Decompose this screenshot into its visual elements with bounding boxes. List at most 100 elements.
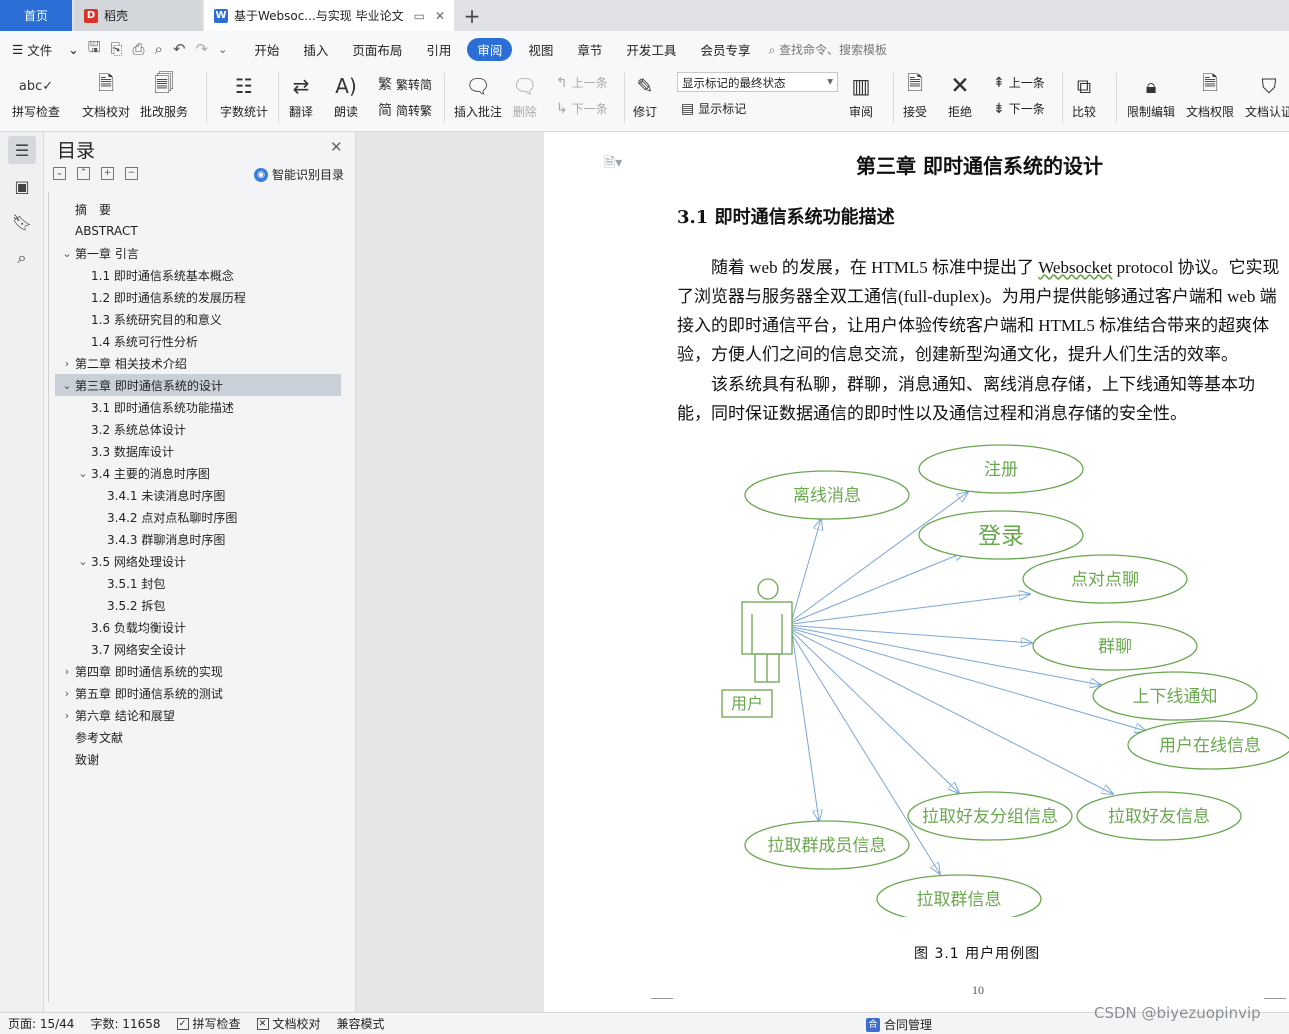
bookmark-icon[interactable]: 🔖︎ [8, 208, 36, 236]
print-preview-icon[interactable]: ⌕ [150, 40, 168, 58]
collapse-all-icon[interactable]: ⌄ [53, 167, 66, 180]
contract-manage-button[interactable]: 合合同管理 [866, 1016, 932, 1033]
toc-item[interactable]: 3.5.2 拆包 [55, 594, 341, 616]
search-icon[interactable]: ⌕ [8, 244, 36, 272]
print-icon[interactable]: ⎙ [128, 40, 150, 58]
toc-item[interactable]: ⌄ 3.4 主要的消息时序图 [55, 462, 341, 484]
tab-document[interactable]: W 基于Websoc...与实现 毕业论文 ▭ ✕ [204, 0, 454, 31]
menu-chapter[interactable]: 章节 [565, 40, 614, 59]
toc-item[interactable]: ABSTRACT [55, 220, 341, 242]
more-icon[interactable]: ⌄ [213, 43, 232, 56]
toc-item[interactable]: 3.7 网络安全设计 [55, 638, 341, 660]
toc-item[interactable]: 3.1 即时通信系统功能描述 [55, 396, 341, 418]
add-heading-icon[interactable]: + [101, 167, 114, 180]
smart-toc-button[interactable]: ◉ 智能识别目录 [254, 166, 344, 183]
chevron-down-icon[interactable]: ⌄ [59, 379, 75, 392]
simp-to-trad-button[interactable]: 繁繁转简 [378, 74, 432, 94]
document-page[interactable]: 🗎▾ 第三章 即时通信系统的设计 3.1 即时通信系统功能描述 随着 web 的… [544, 132, 1289, 1012]
menu-devtools[interactable]: 开发工具 [614, 40, 688, 59]
toc-item[interactable]: › 第四章 即时通信系统的实现 [55, 660, 341, 682]
toc-item[interactable]: 1.4 系统可行性分析 [55, 330, 341, 352]
expand-all-icon[interactable]: ⌃ [77, 167, 90, 180]
review-pane-button[interactable]: ▥ 审阅 [849, 71, 873, 120]
chevron-down-icon[interactable]: ⌄ [59, 247, 75, 260]
status-doc-proof[interactable]: ✕ 文档校对 [249, 1015, 329, 1032]
batch-service-button[interactable]: 🗐 批改服务 [140, 71, 188, 120]
show-markup-button[interactable]: ▤ 显示标记 [681, 100, 746, 117]
chevron-down-icon[interactable]: ⌄ [75, 467, 91, 480]
menu-member[interactable]: 会员专享 [688, 40, 762, 59]
toc-item[interactable]: ⌄ 3.5 网络处理设计 [55, 550, 341, 572]
menu-review[interactable]: 审阅 [467, 37, 513, 61]
chevron-right-icon[interactable]: › [59, 687, 75, 700]
toc-item[interactable]: 1.3 系统研究目的和意义 [55, 308, 341, 330]
toc-item[interactable]: › 第六章 结论和展望 [55, 704, 341, 726]
undo-icon[interactable]: ↶ [168, 40, 191, 58]
menu-reference[interactable]: 引用 [414, 40, 463, 59]
doc-permission-button[interactable]: 🗎 文档权限 [1186, 71, 1234, 120]
word-count[interactable]: 字数: 11658 [82, 1015, 168, 1032]
toc-item[interactable]: › 第五章 即时通信系统的测试 [55, 682, 341, 704]
close-icon[interactable]: ✕ [435, 9, 445, 23]
toc-item[interactable]: 3.5.1 封包 [55, 572, 341, 594]
hamburger-icon[interactable]: ☰ [0, 42, 25, 57]
chapter-icon[interactable]: ▣ [8, 172, 36, 200]
save-icon[interactable]: 🖫 [83, 37, 106, 62]
doc-proof-button[interactable]: 🗎 文档校对 [82, 71, 130, 120]
toc-item[interactable]: › 第二章 相关技术介绍 [55, 352, 341, 374]
chevron-down-icon[interactable]: ⌄ [64, 42, 82, 57]
toc-item[interactable]: 摘 要 [55, 198, 341, 220]
menu-layout[interactable]: 页面布局 [340, 40, 414, 59]
page-indicator[interactable]: 页面: 15/44 [0, 1015, 82, 1032]
file-menu[interactable]: 文件 [25, 40, 64, 59]
translate-button[interactable]: ⇄ 翻译 [289, 71, 313, 120]
new-tab-button[interactable]: + [458, 0, 486, 31]
toc-item[interactable]: 1.2 即时通信系统的发展历程 [55, 286, 341, 308]
remove-heading-icon[interactable]: − [125, 167, 138, 180]
spell-check-button[interactable]: abc✓ 拼写检查 [12, 71, 60, 120]
menu-insert[interactable]: 插入 [291, 40, 340, 59]
markup-state-select[interactable]: 显示标记的最终状态 [677, 72, 838, 92]
chevron-down-icon[interactable]: ⌄ [75, 555, 91, 568]
accept-button[interactable]: 🗎 接受 [903, 71, 927, 120]
status-spell-check[interactable]: ✓ 拼写检查 [169, 1015, 249, 1032]
compare-button[interactable]: ⧉ 比较 [1072, 71, 1096, 120]
toc-item[interactable]: 3.4.3 群聊消息时序图 [55, 528, 341, 550]
monitor-icon[interactable]: ▭ [414, 9, 425, 23]
doc-cert-button[interactable]: ⛉ 文档认证 [1245, 71, 1289, 120]
export-icon[interactable]: ⎘ [106, 40, 128, 58]
read-aloud-button[interactable]: A) 朗读 [334, 71, 358, 120]
revise-button[interactable]: ✎ 修订 [633, 71, 657, 120]
next-comment-button[interactable]: ↳ 下一条 [556, 100, 608, 117]
chevron-right-icon[interactable]: › [59, 709, 75, 722]
toc-item[interactable]: 1.1 即时通信系统基本概念 [55, 264, 341, 286]
toc-item[interactable]: 致谢 [55, 748, 341, 770]
toc-item[interactable]: 参考文献 [55, 726, 341, 748]
compat-mode[interactable]: 兼容模式 [329, 1015, 393, 1032]
prev-change-button[interactable]: ⇞ 上一条 [993, 74, 1045, 91]
toc-item[interactable]: ⌄ 第三章 即时通信系统的设计 [55, 374, 341, 396]
close-icon[interactable]: ✕ [330, 138, 343, 156]
menu-view[interactable]: 视图 [516, 40, 565, 59]
word-count-button[interactable]: ☷ 字数统计 [220, 71, 268, 120]
document-canvas[interactable]: 🗎▾ 第三章 即时通信系统的设计 3.1 即时通信系统功能描述 随着 web 的… [357, 132, 1289, 1012]
tab-home[interactable]: 首页 [0, 0, 72, 31]
trad-to-simp-button[interactable]: 简简转繁 [378, 100, 432, 120]
menu-start[interactable]: 开始 [242, 40, 291, 59]
chevron-right-icon[interactable]: › [59, 665, 75, 678]
toc-item[interactable]: 3.3 数据库设计 [55, 440, 341, 462]
toc-item[interactable]: 3.2 系统总体设计 [55, 418, 341, 440]
chevron-right-icon[interactable]: › [59, 357, 75, 370]
delete-comment-button[interactable]: 🗨 删除 [512, 71, 537, 120]
reject-button[interactable]: 🗙 拒绝 [948, 71, 972, 120]
spell-flagged-word[interactable]: Websocket [1038, 258, 1112, 277]
toc-item[interactable]: 3.6 负载均衡设计 [55, 616, 341, 638]
redo-icon[interactable]: ↷ [191, 40, 214, 58]
toc-item[interactable]: 3.4.1 未读消息时序图 [55, 484, 341, 506]
restrict-edit-button[interactable]: 🔒︎ 限制编辑 [1127, 71, 1175, 120]
insert-comment-button[interactable]: 🗨 插入批注 [454, 71, 502, 120]
prev-comment-button[interactable]: ↰ 上一条 [556, 74, 608, 91]
toc-item[interactable]: 3.4.2 点对点私聊时序图 [55, 506, 341, 528]
toc-item[interactable]: ⌄ 第一章 引言 [55, 242, 341, 264]
command-search[interactable]: ⌕ 查找命令、搜索模板 [768, 41, 887, 58]
